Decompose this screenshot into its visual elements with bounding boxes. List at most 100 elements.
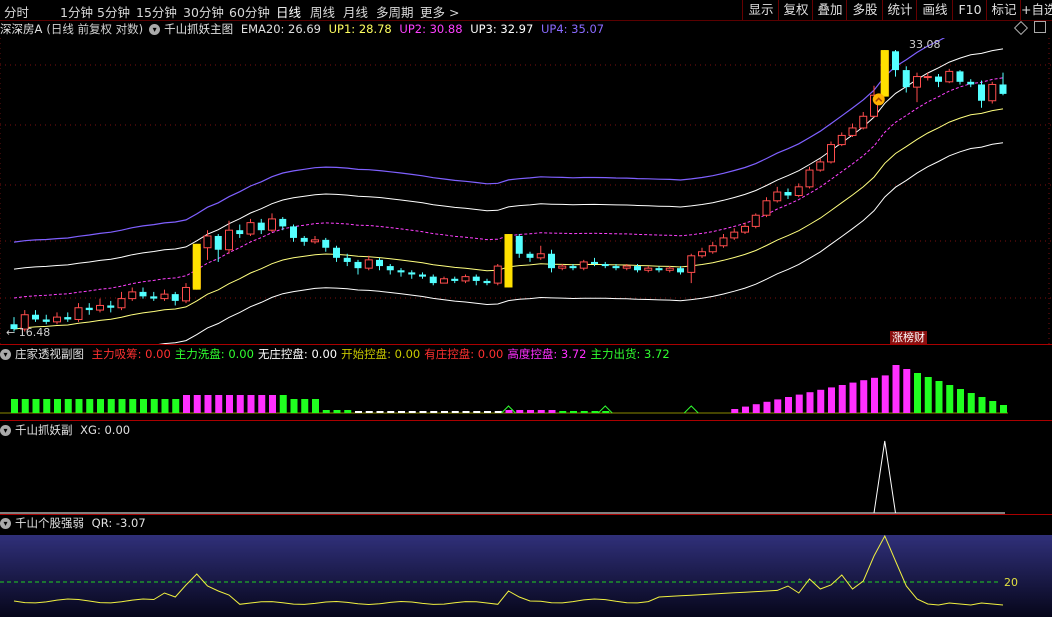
candle-down (214, 235, 222, 250)
f10-button[interactable]: F10 (952, 0, 987, 20)
indicator-bar (204, 395, 212, 413)
multi-stock-button[interactable]: 多股 (846, 0, 883, 20)
tab-weekly[interactable]: 周线 (310, 2, 335, 21)
stock-name: 深深房A (0, 22, 43, 36)
indicator-bar (451, 411, 459, 413)
stats-button[interactable]: 统计 (882, 0, 917, 20)
indicator-bar (387, 411, 395, 413)
up2-value: UP2: 30.88 (399, 22, 463, 36)
candle-down (569, 266, 577, 269)
sub2-name[interactable]: 千山抓妖副 (15, 423, 73, 437)
indicator-bar (838, 385, 846, 413)
candle-down (257, 222, 265, 231)
indicator-bar (860, 380, 868, 413)
candle-up (751, 214, 760, 227)
candle-up (988, 83, 997, 102)
candle-down (171, 294, 179, 301)
candle-up (837, 134, 846, 146)
indicator-bar (828, 387, 835, 413)
indicator-bar (957, 389, 964, 413)
chevron-down-icon[interactable]: ▾ (0, 425, 11, 436)
indicator-bar (150, 399, 158, 413)
maximize-icon[interactable] (1034, 21, 1046, 33)
indicator-bar (602, 411, 610, 413)
candle-up (698, 251, 706, 257)
indicator-bar (376, 411, 384, 413)
sub1-item-0: 主力吸筹: 0.00 (91, 347, 171, 361)
indicator-bar (731, 409, 739, 413)
candle-up (96, 304, 104, 311)
candle-down (354, 261, 362, 269)
candle-down (601, 263, 609, 267)
high-price-label: 33.08 (909, 38, 941, 51)
chart-mode: (日线 前复权 对数) (46, 22, 144, 36)
indicator-bar (258, 395, 266, 413)
indicator-name[interactable]: 千山抓妖主图 (164, 22, 233, 36)
tab-15min[interactable]: 15分钟 (136, 2, 177, 21)
tab-5min[interactable]: 5分钟 (97, 2, 130, 21)
chevron-down-icon[interactable]: ▾ (0, 518, 11, 529)
tab-multi-period[interactable]: 多周期 (376, 2, 414, 21)
indicator-bar (408, 411, 416, 413)
candle-down (967, 81, 975, 85)
indicator-bar (752, 404, 760, 413)
candle-down (300, 237, 308, 242)
divider (0, 514, 1052, 515)
candle-up (827, 144, 835, 163)
candle-down (139, 291, 147, 297)
tab-monthly[interactable]: 月线 (343, 2, 368, 21)
chevron-down-icon[interactable]: ▾ (0, 349, 11, 360)
bar-indicator-chart[interactable] (0, 360, 1052, 418)
display-button[interactable]: 显示 (742, 0, 779, 20)
tab-more[interactable]: 更多 > (420, 2, 459, 21)
adjust-button[interactable]: 复权 (778, 0, 813, 20)
indicator-bar (462, 411, 470, 413)
candle-down (429, 276, 437, 284)
indicator-bar (279, 395, 287, 413)
candle-up (311, 239, 319, 243)
indicator-bar (742, 406, 749, 413)
candle-up (182, 286, 190, 302)
tab-30min[interactable]: 30分钟 (183, 2, 224, 21)
candle-down (892, 51, 899, 71)
signal-chart[interactable] (0, 437, 1052, 517)
candle-up (493, 265, 502, 284)
chevron-down-icon[interactable]: ▾ (149, 24, 161, 35)
sub1-name[interactable]: 庄家透视副图 (15, 347, 84, 361)
candle-down (397, 270, 405, 273)
draw-line-button[interactable]: 画线 (916, 0, 953, 20)
candle-up (579, 261, 588, 269)
candle-down (978, 84, 985, 101)
main-chart-header: 深深房A (日线 前复权 对数) ▾ 千山抓妖主图 EMA20: 26.69 UP1:… (0, 21, 608, 37)
indicator-bar (946, 385, 954, 413)
tab-60min[interactable]: 60分钟 (229, 2, 270, 21)
sub3-name[interactable]: 千山个股强弱 (15, 516, 84, 530)
yellow-signal-bar (192, 243, 201, 290)
candlestick-chart[interactable] (0, 38, 1052, 344)
rank-badge[interactable]: 涨榜财 (890, 331, 927, 344)
candle-up (225, 229, 233, 251)
diamond-icon[interactable] (1013, 20, 1029, 36)
overlay-button[interactable]: 叠加 (812, 0, 847, 20)
indicator-bar (548, 410, 556, 413)
mark-button[interactable]: 标记 (986, 0, 1021, 20)
indicator-bar (871, 377, 878, 413)
yellow-signal-bar (880, 50, 889, 97)
candle-down (408, 272, 416, 275)
tab-timeshare[interactable]: 分时 (4, 2, 29, 21)
tab-1min[interactable]: 1分钟 (60, 2, 93, 21)
strength-chart[interactable]: 20 (0, 531, 1052, 617)
indicator-bar (763, 401, 771, 413)
candle-up (687, 255, 696, 273)
candle-up (644, 267, 653, 271)
add-watchlist-button[interactable]: +自选 (1020, 0, 1052, 20)
up1-value: UP1: 28.78 (328, 22, 392, 36)
indicator-bar (11, 399, 18, 413)
candle-down (236, 230, 244, 235)
indicator-bar (935, 381, 943, 413)
low-price-label: ← 16.48 (6, 326, 51, 339)
candle-up (816, 161, 825, 171)
candle-up (622, 265, 631, 269)
indicator-bar (505, 410, 513, 413)
tab-daily[interactable]: 日线 (276, 2, 301, 21)
